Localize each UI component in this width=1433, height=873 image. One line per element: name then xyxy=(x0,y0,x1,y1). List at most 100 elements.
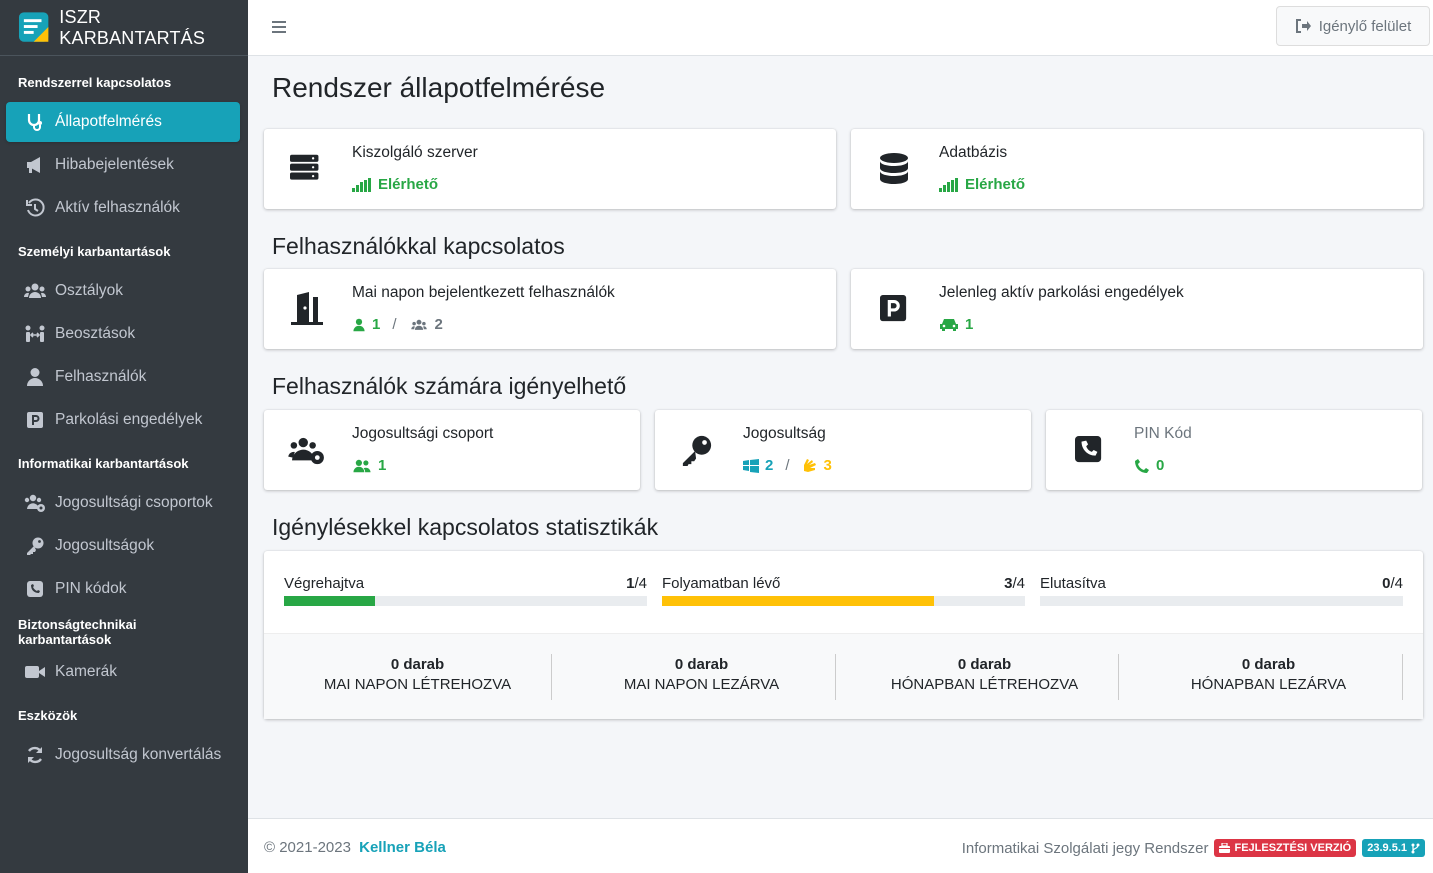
permission-card: Jogosultság 2 / 3 xyxy=(655,410,1031,490)
sign-out-icon xyxy=(1295,19,1311,33)
requester-button-label: Igénylő felület xyxy=(1318,17,1412,35)
nav-header-tools: Eszközök xyxy=(18,707,78,723)
sidebar-item-osztalyok[interactable]: Osztályok xyxy=(6,271,240,311)
counter-label: MAI NAPON LEZÁRVA xyxy=(623,676,780,693)
dev-version-badge: FEJLESZTÉSI VERZIÓ xyxy=(1214,839,1357,857)
nav-header-security: Biztonságtechnikai karbantartások xyxy=(18,617,137,647)
requester-interface-button[interactable]: Igénylő felület xyxy=(1276,6,1430,46)
parking-icon xyxy=(880,295,907,322)
progress-label: Folyamatban lévő xyxy=(662,575,781,592)
progress-total: /4 xyxy=(1390,575,1403,592)
sidebar-item-parkolasi-engedelyek[interactable]: Parkolási engedélyek xyxy=(6,400,240,440)
sidebar-item-label: Aktív felhasználók xyxy=(55,199,180,216)
counter-value: 0 darab xyxy=(957,656,1012,673)
counter-divider xyxy=(1118,654,1119,700)
logged-in-users-card: Mai napon bejelentkezett felhasználók 1 … xyxy=(264,269,836,349)
sidebar-item-label: Felhasználók xyxy=(55,368,147,385)
main-content: Rendszer állapotfelmérése Kiszolgáló sze… xyxy=(248,56,1433,818)
users-icon xyxy=(24,283,46,298)
progress-bar xyxy=(662,596,1025,606)
user-icon xyxy=(353,318,365,331)
sidebar-item-allapotfelmeres[interactable]: Állapotfelmérés xyxy=(6,102,240,142)
parking-label: Jelenleg aktív parkolási engedélyek xyxy=(939,284,1184,301)
sidebar-item-label: Osztályok xyxy=(55,282,124,299)
progress-fill xyxy=(662,596,935,606)
phone-square-icon xyxy=(1075,436,1102,463)
sidebar-item-jogosultsagok[interactable]: Jogosultságok xyxy=(6,526,240,566)
progress-executed: Végrehajtva 1/4 xyxy=(284,575,647,606)
counter-label: HÓNAPBAN LEZÁRVA xyxy=(1190,676,1347,693)
history-icon xyxy=(26,198,45,217)
footer: © 2021-2023 Kellner Béla Informatikai Sz… xyxy=(248,818,1433,873)
statistics-card: Végrehajtva 1/4 Folyamatban lévő 3/4 Elu… xyxy=(264,551,1423,719)
sidebar-item-hibabejelentesek[interactable]: Hibabejelentések xyxy=(6,145,240,185)
brand-title: ISZR KARBANTARTÁS xyxy=(59,6,206,48)
permission-group-card: Jogosultsági csoport 1 xyxy=(264,410,640,490)
sidebar-item-label: Beosztások xyxy=(55,325,136,342)
sidebar-item-label: Jogosultsági csoportok xyxy=(55,494,213,511)
counters-row: 0 darab MAI NAPON LÉTREHOZVA 0 darab MAI… xyxy=(264,633,1423,719)
sidebar: ISZR KARBANTARTÁS Rendszerrel kapcsolato… xyxy=(0,0,248,873)
sidebar-item-beosztasok[interactable]: Beosztások xyxy=(6,314,240,354)
people-arrows-icon xyxy=(25,325,45,342)
windows-icon xyxy=(743,458,759,473)
brand-logo-icon xyxy=(18,11,49,42)
server-label: Kiszolgáló szerver xyxy=(352,144,478,161)
database-icon xyxy=(880,153,908,184)
server-icon xyxy=(290,154,319,180)
progress-rejected: Elutasítva 0/4 xyxy=(1040,575,1403,606)
counter-divider xyxy=(1402,654,1403,700)
counter-label: MAI NAPON LÉTREHOZVA xyxy=(323,676,512,693)
progress-label: Végrehajtva xyxy=(284,575,365,592)
parking-icon xyxy=(27,412,43,428)
footer-copyright: © 2021-2023 Kellner Béla xyxy=(264,839,446,856)
server-status-card: Kiszolgáló szerver Elérhető xyxy=(264,129,836,209)
progress-count: 0/4 xyxy=(1382,575,1403,592)
server-status: Elérhető xyxy=(352,176,438,193)
permission-values: 2 / 3 xyxy=(743,457,832,474)
sidebar-item-aktiv-felhasznalok[interactable]: Aktív felhasználók xyxy=(6,188,240,228)
sidebar-item-label: Hibabejelentések xyxy=(55,156,174,173)
menu-toggle-icon[interactable] xyxy=(272,19,286,35)
sidebar-item-label: Jogosultságok xyxy=(55,537,155,554)
counter-month-created: 0 darab HÓNAPBAN LÉTREHOZVA xyxy=(843,656,1126,693)
sidebar-item-jogosultsag-konvertalas[interactable]: Jogosultság konvertálás xyxy=(6,735,240,775)
sidebar-item-label: PIN kódok xyxy=(55,580,127,597)
signal-icon xyxy=(352,177,371,192)
progress-total: /4 xyxy=(1012,575,1025,592)
phone-icon xyxy=(1135,458,1149,473)
progress-bar xyxy=(1040,596,1403,606)
bullhorn-icon xyxy=(27,157,40,173)
counter-month-closed: 0 darab HÓNAPBAN LEZÁRVA xyxy=(1127,656,1410,693)
version-label: 23.9.5.1 xyxy=(1367,842,1407,854)
counter-value: 0 darab xyxy=(674,656,729,673)
counter-divider xyxy=(835,654,836,700)
sync-icon xyxy=(27,746,43,764)
nav-header-personal: Személyi karbantartások xyxy=(18,243,171,259)
car-icon xyxy=(940,318,958,331)
version-badge: 23.9.5.1 xyxy=(1362,839,1425,857)
system-name: Informatikai Szolgálati jegy Rendszer xyxy=(961,839,1209,857)
database-label: Adatbázis xyxy=(939,144,1008,161)
dev-badge-label: FEJLESZTÉSI VERZIÓ xyxy=(1234,842,1352,854)
sidebar-item-felhasznalok[interactable]: Felhasználók xyxy=(6,357,240,397)
sidebar-item-jogosultsagi-csoportok[interactable]: Jogosultsági csoportok xyxy=(6,483,240,523)
sidebar-item-pin-kodok[interactable]: PIN kódok xyxy=(6,569,240,609)
permission-group-label: Jogosultsági csoport xyxy=(352,425,494,442)
progress-count: 1/4 xyxy=(626,575,647,592)
sidebar-item-kamerak[interactable]: Kamerák xyxy=(6,652,240,692)
key-icon xyxy=(27,537,44,555)
topbar: Igénylő felület xyxy=(248,0,1433,56)
database-status-label: Elérhető xyxy=(965,176,1026,193)
stethoscope-icon xyxy=(27,114,42,131)
counter-label: HÓNAPBAN LÉTREHOZVA xyxy=(890,676,1079,693)
users-cog-icon xyxy=(288,437,324,465)
permission-group-values: 1 xyxy=(352,457,386,474)
parking-values: 1 xyxy=(939,316,973,333)
toolbox-icon xyxy=(1219,843,1231,853)
author-link[interactable]: Kellner Béla xyxy=(359,839,446,856)
brand[interactable]: ISZR KARBANTARTÁS xyxy=(0,0,248,56)
logged-in-single: 1 xyxy=(372,316,381,333)
hand-icon xyxy=(803,458,816,472)
server-status-label: Elérhető xyxy=(378,176,439,193)
